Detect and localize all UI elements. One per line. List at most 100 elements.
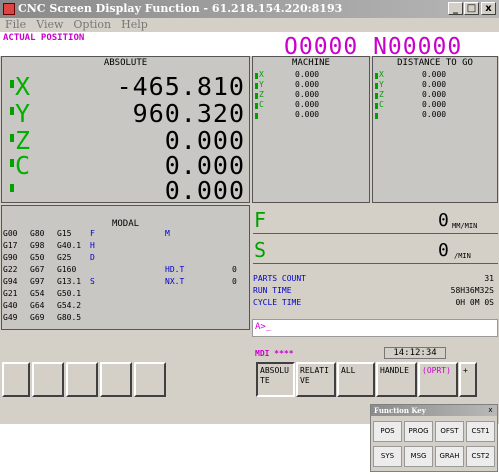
maximize-button[interactable]: □ [464,2,479,15]
mdi-input[interactable] [252,319,498,337]
modal-cell: G13.1 [57,277,82,286]
softkey-4[interactable] [100,362,132,397]
machine-title: MACHINE [292,58,330,68]
modal-cell: G17 [3,241,18,250]
spindle-value: 0 [438,240,449,261]
close-button[interactable]: x [481,2,496,15]
modal-cell: S [90,277,95,286]
modal-cell: G94 [3,277,18,286]
modal-cell: G21 [3,289,18,298]
modal-cell: 0 [232,265,237,274]
softkey-relative[interactable]: RELATIVE [296,362,336,397]
softkey-next[interactable]: + [459,362,477,397]
menu-option[interactable]: Option [68,18,116,32]
modal-cell: G22 [3,265,18,274]
modal-cell: G50.1 [57,289,82,298]
spindle-underline [253,263,498,264]
feed-value: 0 [438,210,449,231]
menu-help[interactable]: Help [116,18,153,32]
dist-x-marker [375,73,378,79]
modal-cell: G80.5 [57,313,82,322]
fk-ofst-button[interactable]: OFST [435,421,464,442]
fk-msg-button[interactable]: MSG [404,446,433,467]
fk-pos-button[interactable]: POS [373,421,402,442]
softkey-absolute[interactable]: ABSOLUTE [256,362,295,397]
softkey-5[interactable] [134,362,166,397]
dist-z-label: Z [379,90,384,99]
softkey-oprt[interactable]: (OPRT) [418,362,458,397]
softkey-1[interactable] [2,362,30,397]
fk-sys-button[interactable]: SYS [373,446,402,467]
cycle-time-value: 0H 0M 0S [455,298,494,307]
mach-z-value: 0.000 [295,90,320,99]
modal-cell: G15 [57,229,72,238]
axis-c-label: C [15,151,31,180]
fk-prog-button[interactable]: PROG [404,421,433,442]
modal-cell: G80 [30,229,45,238]
mach-c-value: 0.000 [295,100,320,109]
dist-y-label: Y [379,80,384,89]
modal-cell: G90 [3,253,18,262]
softkey-3[interactable] [66,362,98,397]
dist-c-label: C [379,100,384,109]
axis-5-value: 0.000 [164,176,245,205]
axis-x-marker [10,80,14,88]
softkey-handle[interactable]: HANDLE [376,362,417,397]
mach-c-marker [255,103,258,109]
dist-y-value: 0.000 [422,80,447,89]
feed-underline [253,233,498,234]
modal-cell: M [165,229,170,238]
softkey-all[interactable]: ALL [337,362,375,397]
function-key-close-button[interactable]: x [486,406,495,415]
mach-y-marker [255,83,258,89]
dist-y-marker [375,83,378,89]
axis-x-label: X [15,72,31,101]
dist-z-value: 0.000 [422,90,447,99]
modal-cell: G49 [3,313,18,322]
modal-cell: G98 [30,241,45,250]
run-time-value: 58H36M32S [450,286,494,295]
modal-cell: HD.T [165,265,185,274]
softkey-2[interactable] [32,362,64,397]
feed-unit: MM/MIN [452,222,478,230]
modal-cell: F [90,229,95,238]
fk-cst2-button[interactable]: CST2 [466,446,495,467]
fk-cst1-button[interactable]: CST1 [466,421,495,442]
cycle-time-label: CYCLE TIME [253,298,302,307]
app-icon [3,3,15,15]
mach-y-value: 0.000 [295,80,320,89]
modal-cell: D [90,253,95,262]
menu-file[interactable]: File [0,18,31,32]
mach-y-label: Y [259,80,264,89]
dist-5-value: 0.000 [422,110,447,119]
modal-cell: NX.T [165,277,185,286]
modal-cell: G40.1 [57,241,82,250]
mode-indicator: MDI **** [255,349,294,358]
feed-label: F [254,208,267,232]
screen-title: ACTUAL POSITION [3,33,85,43]
clock: 14:12:34 [384,347,446,359]
modal-cell: G54 [30,289,45,298]
modal-cell: G50 [30,253,45,262]
dist-x-value: 0.000 [422,70,447,79]
modal-cell: H [90,241,95,250]
modal-cell: G97 [30,277,45,286]
fk-grah-button[interactable]: GRAH [435,446,464,467]
modal-cell: G00 [3,229,18,238]
mach-c-label: C [259,100,264,109]
minimize-button[interactable]: _ [448,2,463,15]
mach-5-marker [255,113,258,119]
menu-view[interactable]: View [31,18,68,32]
mach-z-marker [255,93,258,99]
run-time-label: RUN TIME [253,286,292,295]
axis-y-value: 960.320 [132,99,245,128]
axis-5-marker [10,184,14,192]
dist-z-marker [375,93,378,99]
mach-x-marker [255,73,258,79]
modal-cell: 0 [232,277,237,286]
mach-x-label: X [259,70,264,79]
dist-5-marker [375,113,378,119]
modal-cell: G69 [30,313,45,322]
parts-count-value: 31 [484,274,494,283]
window-title: CNC Screen Display Function - 61.218.154… [0,0,499,18]
